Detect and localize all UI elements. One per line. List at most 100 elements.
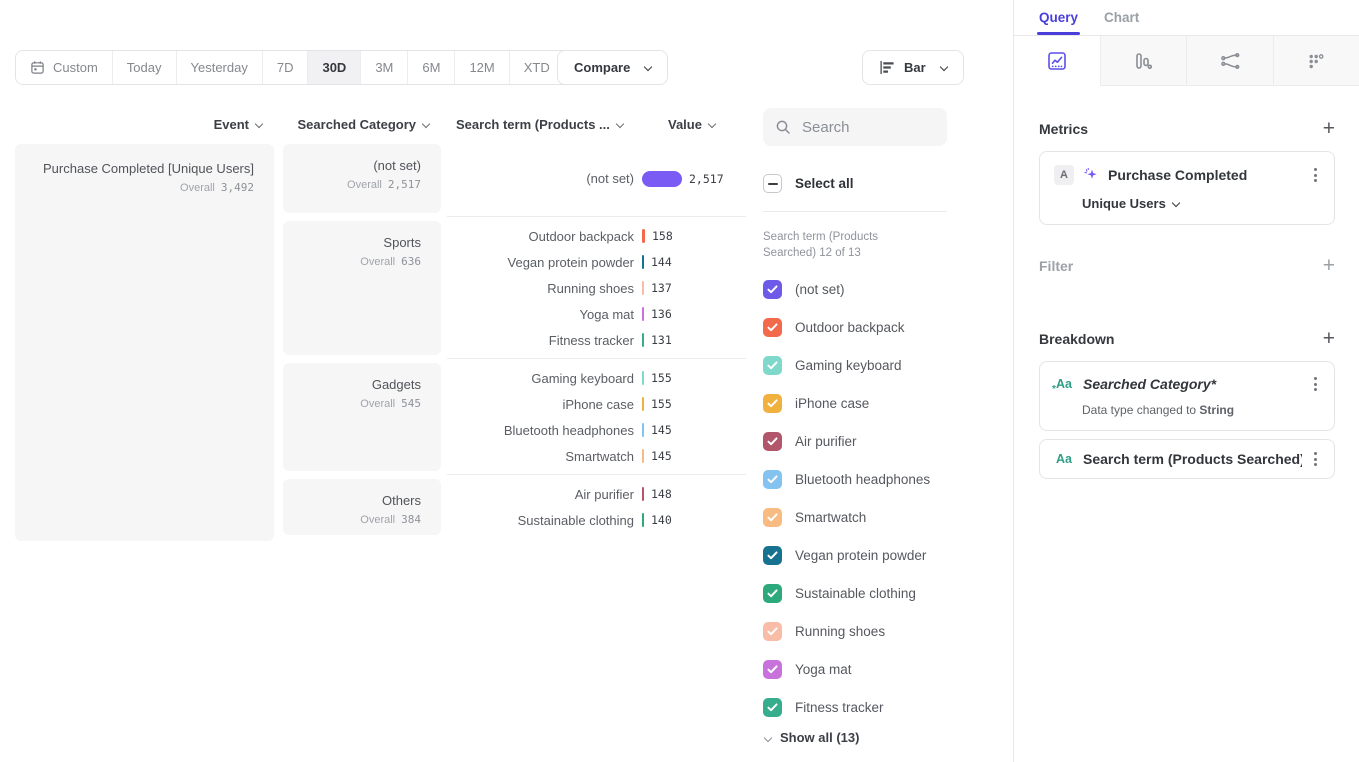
legend-search[interactable] [763,108,947,146]
value-label: 145 [651,423,672,437]
value-bar [642,307,644,321]
date-range-12m[interactable]: 12M [454,51,508,84]
table-row[interactable]: Running shoes137 [447,275,746,301]
chart-type-selector[interactable]: Bar [862,50,964,85]
bar-chart-icon [879,60,896,75]
funnels-icon [1132,50,1154,72]
table-row[interactable]: (not set)2,517 [447,166,746,192]
chevron-down-icon [939,62,947,70]
column-header-event[interactable]: Event [15,117,262,132]
checkbox[interactable] [763,318,782,337]
term-rows: Air purifier148Sustainable clothing140 [447,479,746,535]
breakdown-card-searched-category[interactable]: Aa* Searched Category* Data type changed… [1039,361,1335,431]
tab-query[interactable]: Query [1039,10,1078,35]
date-range-3m[interactable]: 3M [360,51,407,84]
calendar-icon [30,60,45,75]
kebab-menu-icon[interactable] [1311,166,1320,184]
select-all-checkbox[interactable] [763,174,782,193]
value-bar [642,449,644,463]
legend-item[interactable]: Gaming keyboard [763,346,947,384]
table-row[interactable]: Yoga mat136 [447,301,746,327]
value-label: 137 [651,281,672,295]
checkbox[interactable] [763,356,782,375]
select-all[interactable]: Select all [763,174,947,193]
date-range-7d[interactable]: 7D [262,51,308,84]
tab-insights[interactable] [1014,36,1100,86]
tab-flows[interactable] [1186,36,1273,86]
table-row[interactable]: Fitness tracker131 [447,327,746,353]
legend-item[interactable]: Yoga mat [763,650,947,688]
legend-item[interactable]: Bluetooth headphones [763,460,947,498]
breakdown-card-search-term[interactable]: Aa Search term (Products Searched) [1039,439,1335,479]
checkbox[interactable] [763,698,782,717]
checkbox[interactable] [763,394,782,413]
table-row[interactable]: Bluetooth headphones145 [447,417,746,443]
table-row[interactable]: iPhone case155 [447,391,746,417]
overall-value: 545 [401,397,421,410]
column-header-value[interactable]: Value [668,117,715,132]
chart-type-label: Bar [904,60,926,75]
legend-item[interactable]: Vegan protein powder [763,536,947,574]
tab-retention[interactable] [1273,36,1359,86]
compare-label: Compare [574,60,630,75]
checkmark-icon [767,627,778,636]
date-range-custom[interactable]: Custom [16,51,112,84]
table-row[interactable]: Outdoor backpack158 [447,223,746,249]
value-label: 155 [651,397,672,411]
checkbox[interactable] [763,432,782,451]
column-header-search-term[interactable]: Search term (Products ... [456,117,623,132]
date-range-today[interactable]: Today [112,51,176,84]
column-header-category[interactable]: Searched Category [283,117,429,132]
legend-item[interactable]: Smartwatch [763,498,947,536]
chevron-down-icon [616,119,624,127]
date-range-30d[interactable]: 30D [307,51,360,84]
date-range-6m[interactable]: 6M [407,51,454,84]
legend-item[interactable]: Fitness tracker [763,688,947,726]
add-filter-button[interactable]: + [1323,255,1335,276]
checkbox[interactable] [763,660,782,679]
checkbox[interactable] [763,546,782,565]
date-range-yesterday[interactable]: Yesterday [176,51,262,84]
legend-item[interactable]: Sustainable clothing [763,574,947,612]
table-row[interactable]: Air purifier148 [447,481,746,507]
legend-item-label: Bluetooth headphones [795,472,930,487]
tab-chart[interactable]: Chart [1104,10,1139,35]
kebab-menu-icon[interactable] [1311,450,1320,468]
table-row[interactable]: Sustainable clothing140 [447,507,746,533]
legend-item[interactable]: (not set) [763,270,947,308]
category-block[interactable]: (not set)Overall2,517 [283,144,441,213]
overall-label: Overall [360,398,395,410]
value-bar [642,397,644,411]
value-bar [642,229,645,243]
category-block[interactable]: SportsOverall636 [283,221,441,355]
table-row[interactable]: Vegan protein powder144 [447,249,746,275]
kebab-menu-icon[interactable] [1311,375,1320,393]
category-block[interactable]: OthersOverall384 [283,479,441,535]
add-metric-button[interactable]: + [1323,118,1335,139]
checkbox[interactable] [763,470,782,489]
checkbox[interactable] [763,280,782,299]
category-block[interactable]: GadgetsOverall545 [283,363,441,471]
add-breakdown-button[interactable]: + [1323,328,1335,349]
chevron-down-icon [764,733,772,741]
checkbox[interactable] [763,508,782,527]
table-row[interactable]: Gaming keyboard155 [447,365,746,391]
checkbox[interactable] [763,584,782,603]
show-all-button[interactable]: Show all (13) [763,730,947,745]
overall-value: 2,517 [388,178,421,191]
legend-item-label: Yoga mat [795,662,852,677]
compare-button[interactable]: Compare [557,50,668,85]
metric-card[interactable]: A Purchase Completed Unique Users [1039,151,1335,225]
legend-item[interactable]: Running shoes [763,612,947,650]
legend-item[interactable]: Air purifier [763,422,947,460]
search-input[interactable] [800,118,935,137]
term-rows: Outdoor backpack158Vegan protein powder1… [447,221,746,355]
table-row[interactable]: Smartwatch145 [447,443,746,469]
event-block[interactable]: Purchase Completed [Unique Users] Overal… [15,144,274,541]
legend-item[interactable]: Outdoor backpack [763,308,947,346]
checkbox[interactable] [763,622,782,641]
tab-funnels[interactable] [1100,36,1187,86]
property-type-icon: Aa [1054,452,1074,466]
legend-item[interactable]: iPhone case [763,384,947,422]
metric-measure-dropdown[interactable]: Unique Users [1082,196,1320,211]
